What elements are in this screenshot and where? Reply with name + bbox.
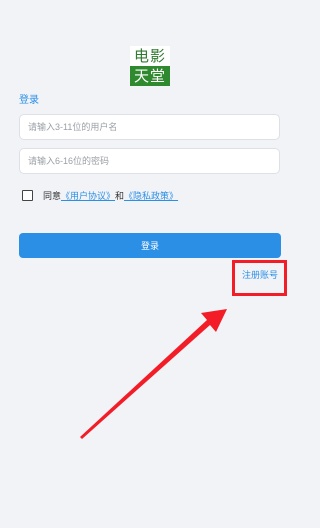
user-agreement-link[interactable]: 《用户协议》 [61, 189, 115, 202]
agreement-checkbox[interactable] [22, 189, 33, 201]
login-heading: 登录 [19, 95, 39, 106]
username-input[interactable] [19, 114, 280, 140]
annotation-highlight-box [232, 260, 287, 296]
agreement-prefix: 同意 [43, 191, 62, 202]
privacy-policy-link[interactable]: 《隐私政策》 [124, 189, 178, 202]
agreement-conjunction: 和 [115, 191, 125, 202]
agreement-row: 同意 《用户协议》 和 《隐私政策》 [22, 188, 178, 202]
login-button[interactable]: 登录 [19, 233, 281, 258]
logo-line-2: 天堂 [130, 66, 170, 86]
app-logo: 电影 天堂 [130, 46, 170, 86]
password-input[interactable] [19, 148, 280, 174]
logo-line-1: 电影 [130, 46, 170, 66]
annotation-arrow-shape [80, 309, 227, 439]
